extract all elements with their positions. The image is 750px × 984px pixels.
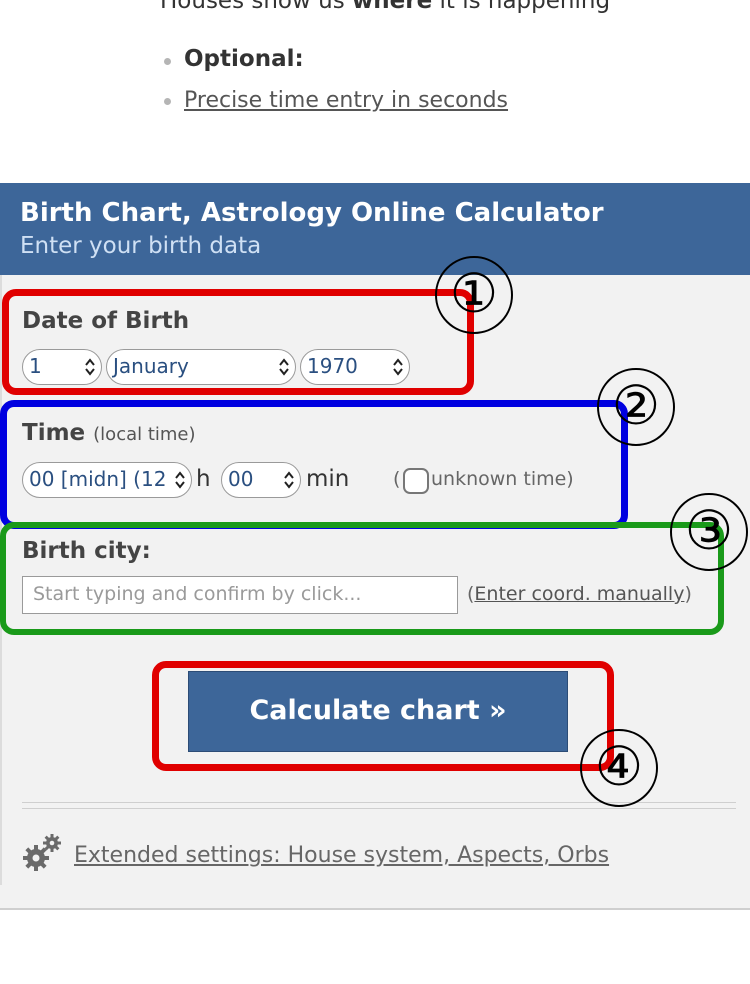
calculator-title: Birth Chart, Astrology Online Calculator bbox=[20, 198, 604, 228]
extended-settings-link[interactable]: Extended settings: House system, Aspects… bbox=[74, 843, 609, 868]
calculator-subtitle: Enter your birth data bbox=[20, 233, 262, 259]
bullet-icon bbox=[164, 58, 171, 65]
annotation-box-time bbox=[0, 400, 628, 529]
annotation-number-4: ④ bbox=[580, 729, 658, 807]
gears-icon bbox=[23, 834, 61, 871]
annotation-box-calculate bbox=[152, 661, 614, 771]
intro-line: Houses show us where it is happening bbox=[160, 0, 610, 14]
divider bbox=[22, 808, 736, 809]
annotation-box-date bbox=[2, 289, 474, 395]
annotation-number-2: ② bbox=[597, 368, 675, 446]
calculator-header bbox=[0, 183, 750, 275]
annotation-number-1: ① bbox=[435, 256, 513, 334]
intro-suffix: it is happening bbox=[432, 0, 611, 14]
intro-bold: where bbox=[352, 0, 433, 14]
optional-label: Optional: bbox=[184, 46, 304, 72]
annotation-number-3: ③ bbox=[670, 493, 748, 571]
bullet-icon bbox=[164, 98, 171, 105]
intro-prefix: Houses show us bbox=[160, 0, 352, 14]
annotation-box-city bbox=[0, 522, 724, 635]
precise-time-link[interactable]: Precise time entry in seconds bbox=[184, 88, 508, 113]
